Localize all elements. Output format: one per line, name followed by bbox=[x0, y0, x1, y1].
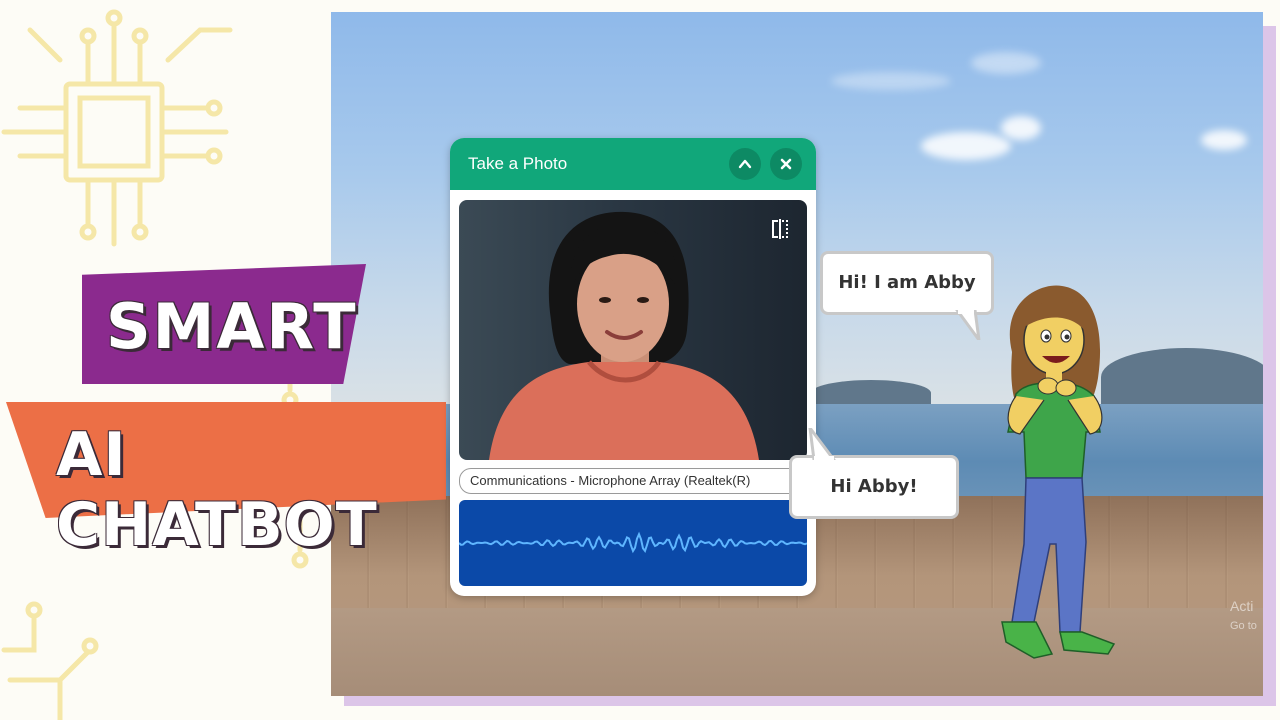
waveform-line bbox=[458, 531, 808, 554]
title-line-2: AI CHATBOT bbox=[56, 420, 378, 560]
window-title: Take a Photo bbox=[468, 154, 568, 173]
window-header: Take a Photo bbox=[450, 138, 816, 190]
close-icon bbox=[780, 158, 792, 170]
watermark-line-1: Acti bbox=[1230, 598, 1254, 614]
microphone-select[interactable]: Communications - Microphone Array (Realt… bbox=[459, 468, 811, 494]
abby-speech-bubble: Hi! I am Abby bbox=[820, 251, 994, 340]
island-right bbox=[1101, 348, 1263, 406]
chevron-up-icon bbox=[738, 159, 752, 169]
title-line-1: SMART bbox=[106, 290, 358, 363]
abby-message: Hi! I am Abby bbox=[838, 272, 976, 293]
island-left bbox=[811, 380, 931, 406]
abby-character bbox=[1001, 285, 1116, 659]
circuit-decoration-top bbox=[1, 9, 233, 247]
webcam-person bbox=[489, 211, 759, 460]
watermark-line-2: Go to bbox=[1230, 620, 1257, 632]
take-photo-window: Take a Photo Communications - Microphone… bbox=[450, 138, 816, 596]
bubble-tail bbox=[955, 310, 981, 340]
flip-camera-icon[interactable] bbox=[769, 218, 791, 240]
bubble-tail bbox=[808, 428, 836, 460]
circuit-decoration-bottom bbox=[1, 601, 99, 720]
user-speech-bubble: Hi Abby! bbox=[789, 428, 959, 519]
deck-front bbox=[331, 608, 1263, 696]
audio-waveform bbox=[458, 500, 808, 586]
user-message: Hi Abby! bbox=[830, 476, 918, 497]
close-button[interactable] bbox=[770, 148, 802, 180]
camera-preview bbox=[459, 200, 807, 460]
collapse-button[interactable] bbox=[729, 148, 761, 180]
